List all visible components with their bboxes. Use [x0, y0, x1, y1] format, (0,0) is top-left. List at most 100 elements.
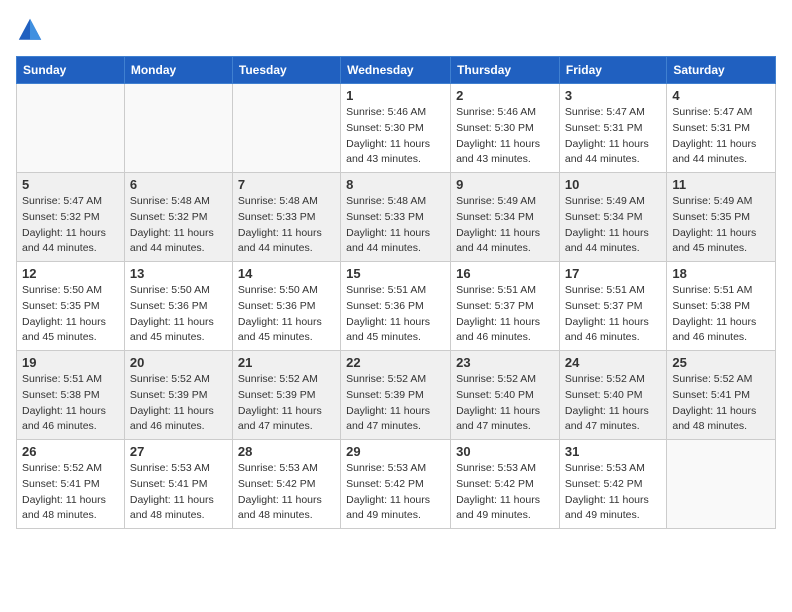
calendar-cell: 13 Sunrise: 5:50 AM Sunset: 5:36 PM Dayli…	[124, 262, 232, 351]
calendar-cell: 19 Sunrise: 5:51 AM Sunset: 5:38 PM Dayli…	[17, 351, 125, 440]
calendar-cell: 22 Sunrise: 5:52 AM Sunset: 5:39 PM Dayli…	[341, 351, 451, 440]
day-info: Sunrise: 5:47 AM Sunset: 5:31 PM Dayligh…	[565, 105, 661, 168]
day-number: 22	[346, 355, 445, 370]
calendar-header-wednesday: Wednesday	[341, 57, 451, 84]
day-info: Sunrise: 5:48 AM Sunset: 5:33 PM Dayligh…	[346, 194, 445, 257]
day-number: 3	[565, 88, 661, 103]
day-info: Sunrise: 5:48 AM Sunset: 5:33 PM Dayligh…	[238, 194, 335, 257]
calendar-cell: 17Sunrise: 5:51 AM Sunset: 5:37 PM Dayli…	[559, 262, 666, 351]
day-info: Sunrise: 5:50 AM Sunset: 5:35 PM Dayligh…	[22, 283, 119, 346]
calendar-cell: 1 Sunrise: 5:46 AM Sunset: 5:30 PM Daylig…	[341, 84, 451, 173]
day-info: Sunrise: 5:52 AM Sunset: 5:41 PM Dayligh…	[672, 372, 770, 435]
day-number: 7	[238, 177, 335, 192]
day-info: Sunrise: 5:49 AM Sunset: 5:34 PM Dayligh…	[456, 194, 554, 257]
day-number: 5	[22, 177, 119, 192]
day-number: 8	[346, 177, 445, 192]
day-number: 30	[456, 444, 554, 459]
calendar-cell: 24 Sunrise: 5:52 AM Sunset: 5:40 PM Dayli…	[559, 351, 666, 440]
day-number: 26	[22, 444, 119, 459]
calendar-cell: 18Sunrise: 5:51 AM Sunset: 5:38 PM Dayli…	[667, 262, 776, 351]
day-info: Sunrise: 5:52 AM Sunset: 5:39 PM Dayligh…	[130, 372, 227, 435]
day-info: Sunrise: 5:50 AM Sunset: 5:36 PM Dayligh…	[238, 283, 335, 346]
calendar-cell: 6Sunrise: 5:48 AM Sunset: 5:32 PM Daylig…	[124, 173, 232, 262]
calendar-header-friday: Friday	[559, 57, 666, 84]
calendar-cell: 3 Sunrise: 5:47 AM Sunset: 5:31 PM Daylig…	[559, 84, 666, 173]
calendar-cell: 14 Sunrise: 5:50 AM Sunset: 5:36 PM Dayli…	[232, 262, 340, 351]
logo-icon	[16, 16, 44, 44]
calendar-header-monday: Monday	[124, 57, 232, 84]
day-number: 11	[672, 177, 770, 192]
calendar-cell: 5 Sunrise: 5:47 AM Sunset: 5:32 PM Daylig…	[17, 173, 125, 262]
day-info: Sunrise: 5:51 AM Sunset: 5:36 PM Dayligh…	[346, 283, 445, 346]
day-info: Sunrise: 5:52 AM Sunset: 5:39 PM Dayligh…	[238, 372, 335, 435]
day-number: 13	[130, 266, 227, 281]
day-info: Sunrise: 5:53 AM Sunset: 5:42 PM Dayligh…	[565, 461, 661, 524]
calendar-cell	[667, 440, 776, 529]
day-info: Sunrise: 5:46 AM Sunset: 5:30 PM Dayligh…	[346, 105, 445, 168]
calendar-cell: 29Sunrise: 5:53 AM Sunset: 5:42 PM Dayli…	[341, 440, 451, 529]
day-info: Sunrise: 5:52 AM Sunset: 5:39 PM Dayligh…	[346, 372, 445, 435]
day-number: 19	[22, 355, 119, 370]
day-number: 31	[565, 444, 661, 459]
day-info: Sunrise: 5:47 AM Sunset: 5:31 PM Dayligh…	[672, 105, 770, 168]
calendar-cell: 28Sunrise: 5:53 AM Sunset: 5:42 PM Dayli…	[232, 440, 340, 529]
calendar-cell: 31 Sunrise: 5:53 AM Sunset: 5:42 PM Dayli…	[559, 440, 666, 529]
calendar-cell: 30 Sunrise: 5:53 AM Sunset: 5:42 PM Dayli…	[451, 440, 560, 529]
day-number: 29	[346, 444, 445, 459]
calendar-cell: 9 Sunrise: 5:49 AM Sunset: 5:34 PM Daylig…	[451, 173, 560, 262]
calendar-cell: 15 Sunrise: 5:51 AM Sunset: 5:36 PM Dayli…	[341, 262, 451, 351]
day-number: 25	[672, 355, 770, 370]
calendar-cell	[124, 84, 232, 173]
day-number: 21	[238, 355, 335, 370]
calendar-cell: 2Sunrise: 5:46 AM Sunset: 5:30 PM Daylig…	[451, 84, 560, 173]
calendar-week-row: 1 Sunrise: 5:46 AM Sunset: 5:30 PM Daylig…	[17, 84, 776, 173]
day-number: 1	[346, 88, 445, 103]
day-info: Sunrise: 5:52 AM Sunset: 5:40 PM Dayligh…	[456, 372, 554, 435]
calendar-cell: 11Sunrise: 5:49 AM Sunset: 5:35 PM Dayli…	[667, 173, 776, 262]
logo	[16, 16, 48, 44]
day-number: 27	[130, 444, 227, 459]
day-info: Sunrise: 5:52 AM Sunset: 5:40 PM Dayligh…	[565, 372, 661, 435]
day-number: 14	[238, 266, 335, 281]
day-number: 15	[346, 266, 445, 281]
calendar-cell	[17, 84, 125, 173]
calendar-cell	[232, 84, 340, 173]
calendar-cell: 16 Sunrise: 5:51 AM Sunset: 5:37 PM Dayli…	[451, 262, 560, 351]
calendar-cell: 26Sunrise: 5:52 AM Sunset: 5:41 PM Dayli…	[17, 440, 125, 529]
calendar-cell: 20Sunrise: 5:52 AM Sunset: 5:39 PM Dayli…	[124, 351, 232, 440]
day-info: Sunrise: 5:51 AM Sunset: 5:37 PM Dayligh…	[456, 283, 554, 346]
calendar-cell: 12 Sunrise: 5:50 AM Sunset: 5:35 PM Dayli…	[17, 262, 125, 351]
calendar-header-sunday: Sunday	[17, 57, 125, 84]
calendar-cell: 27 Sunrise: 5:53 AM Sunset: 5:41 PM Dayli…	[124, 440, 232, 529]
day-number: 12	[22, 266, 119, 281]
day-info: Sunrise: 5:47 AM Sunset: 5:32 PM Dayligh…	[22, 194, 119, 257]
day-number: 6	[130, 177, 227, 192]
day-number: 10	[565, 177, 661, 192]
calendar-cell: 8 Sunrise: 5:48 AM Sunset: 5:33 PM Daylig…	[341, 173, 451, 262]
calendar-header-saturday: Saturday	[667, 57, 776, 84]
calendar-header-row: SundayMondayTuesdayWednesdayThursdayFrid…	[17, 57, 776, 84]
day-number: 24	[565, 355, 661, 370]
calendar-cell: 4 Sunrise: 5:47 AM Sunset: 5:31 PM Daylig…	[667, 84, 776, 173]
day-info: Sunrise: 5:53 AM Sunset: 5:41 PM Dayligh…	[130, 461, 227, 524]
day-info: Sunrise: 5:51 AM Sunset: 5:38 PM Dayligh…	[22, 372, 119, 435]
calendar-table: SundayMondayTuesdayWednesdayThursdayFrid…	[16, 56, 776, 529]
day-number: 28	[238, 444, 335, 459]
calendar-cell: 7 Sunrise: 5:48 AM Sunset: 5:33 PM Daylig…	[232, 173, 340, 262]
day-number: 18	[672, 266, 770, 281]
calendar-week-row: 19 Sunrise: 5:51 AM Sunset: 5:38 PM Dayli…	[17, 351, 776, 440]
calendar-cell: 23 Sunrise: 5:52 AM Sunset: 5:40 PM Dayli…	[451, 351, 560, 440]
day-number: 17	[565, 266, 661, 281]
day-number: 16	[456, 266, 554, 281]
day-number: 23	[456, 355, 554, 370]
day-info: Sunrise: 5:50 AM Sunset: 5:36 PM Dayligh…	[130, 283, 227, 346]
calendar-cell: 25 Sunrise: 5:52 AM Sunset: 5:41 PM Dayli…	[667, 351, 776, 440]
calendar-week-row: 26Sunrise: 5:52 AM Sunset: 5:41 PM Dayli…	[17, 440, 776, 529]
calendar-header-thursday: Thursday	[451, 57, 560, 84]
day-info: Sunrise: 5:53 AM Sunset: 5:42 PM Dayligh…	[456, 461, 554, 524]
day-info: Sunrise: 5:46 AM Sunset: 5:30 PM Dayligh…	[456, 105, 554, 168]
day-number: 4	[672, 88, 770, 103]
day-info: Sunrise: 5:49 AM Sunset: 5:34 PM Dayligh…	[565, 194, 661, 257]
day-number: 9	[456, 177, 554, 192]
calendar-cell: 10 Sunrise: 5:49 AM Sunset: 5:34 PM Dayli…	[559, 173, 666, 262]
